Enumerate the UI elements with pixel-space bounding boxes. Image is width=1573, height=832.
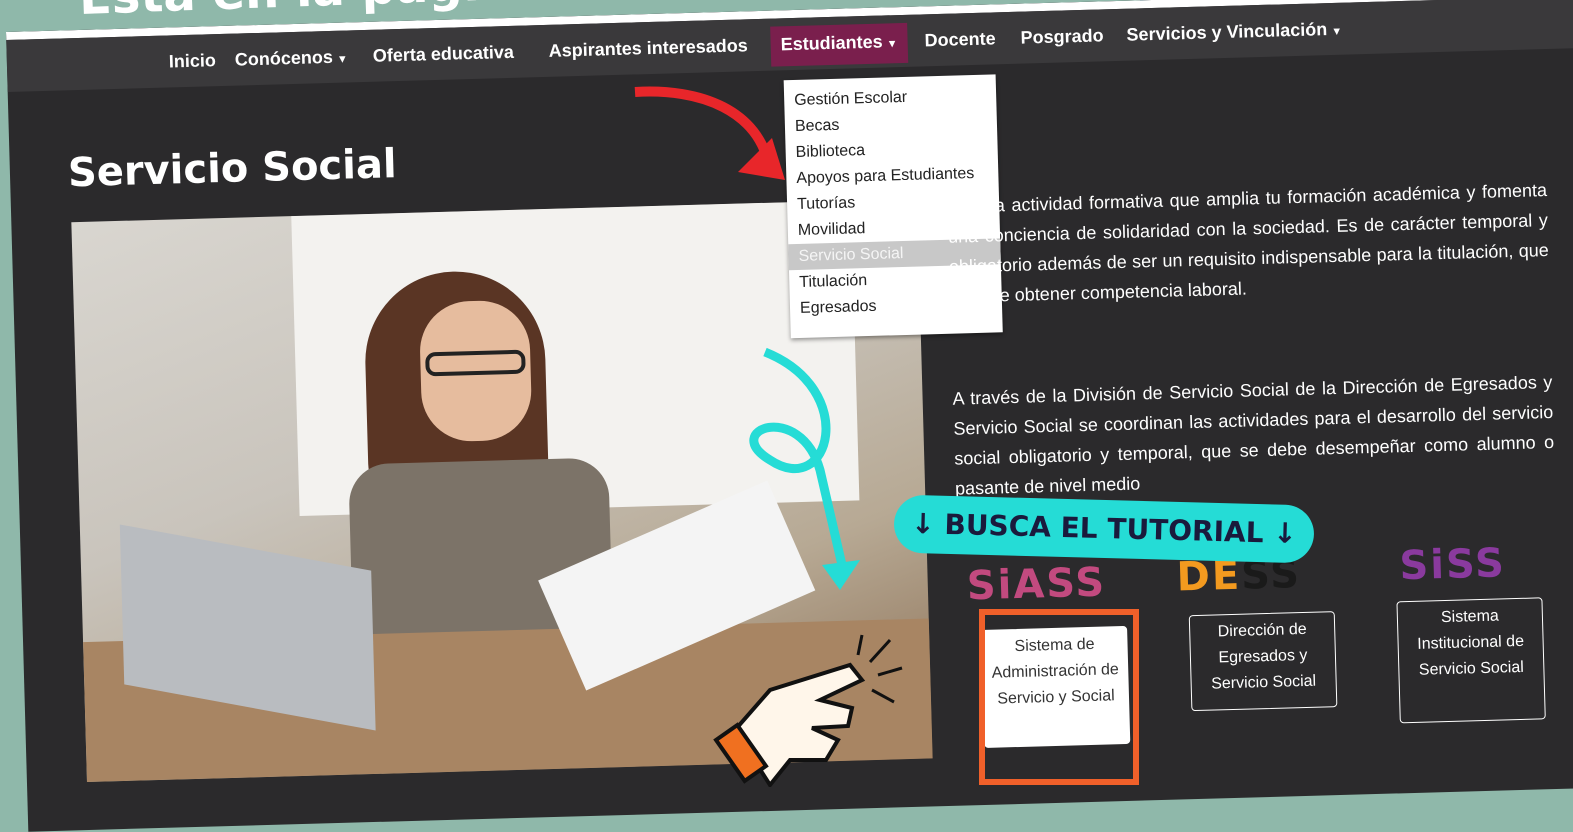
red-arrow-icon [634,86,775,171]
cyan-arrowhead-icon [822,560,860,590]
orange-highlight-box [979,609,1139,785]
annotation-overlay [634,86,1139,787]
cyan-arrow-icon [749,347,847,567]
pointing-hand-icon [713,634,903,787]
